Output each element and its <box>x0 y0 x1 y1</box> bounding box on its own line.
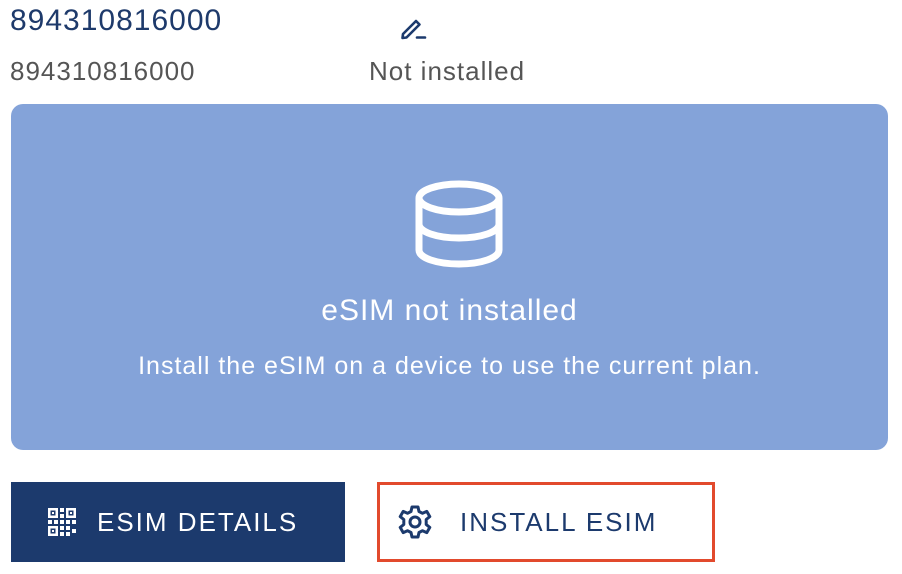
esim-page: 894310816000 894310816000 Not installed … <box>0 0 902 574</box>
gear-icon <box>398 505 432 539</box>
install-esim-label: INSTALL ESIM <box>460 506 658 537</box>
esim-notice-card: eSIM not installed Install the eSIM on a… <box>11 104 888 450</box>
database-icon <box>415 180 503 268</box>
esim-details-button[interactable]: ESIM DETAILS <box>11 482 345 562</box>
install-esim-button[interactable]: INSTALL ESIM <box>377 482 715 562</box>
esim-details-label: ESIM DETAILS <box>97 506 299 537</box>
edit-pencil-icon <box>401 19 427 40</box>
install-status: Not installed <box>369 56 526 86</box>
esim-number: 894310816000 <box>10 56 196 86</box>
notice-title: eSIM not installed <box>321 294 578 327</box>
esim-name: 894310816000 <box>10 4 223 37</box>
qr-code-icon <box>47 507 77 537</box>
edit-button[interactable] <box>394 10 432 44</box>
notice-description: Install the eSIM on a device to use the … <box>138 352 761 380</box>
